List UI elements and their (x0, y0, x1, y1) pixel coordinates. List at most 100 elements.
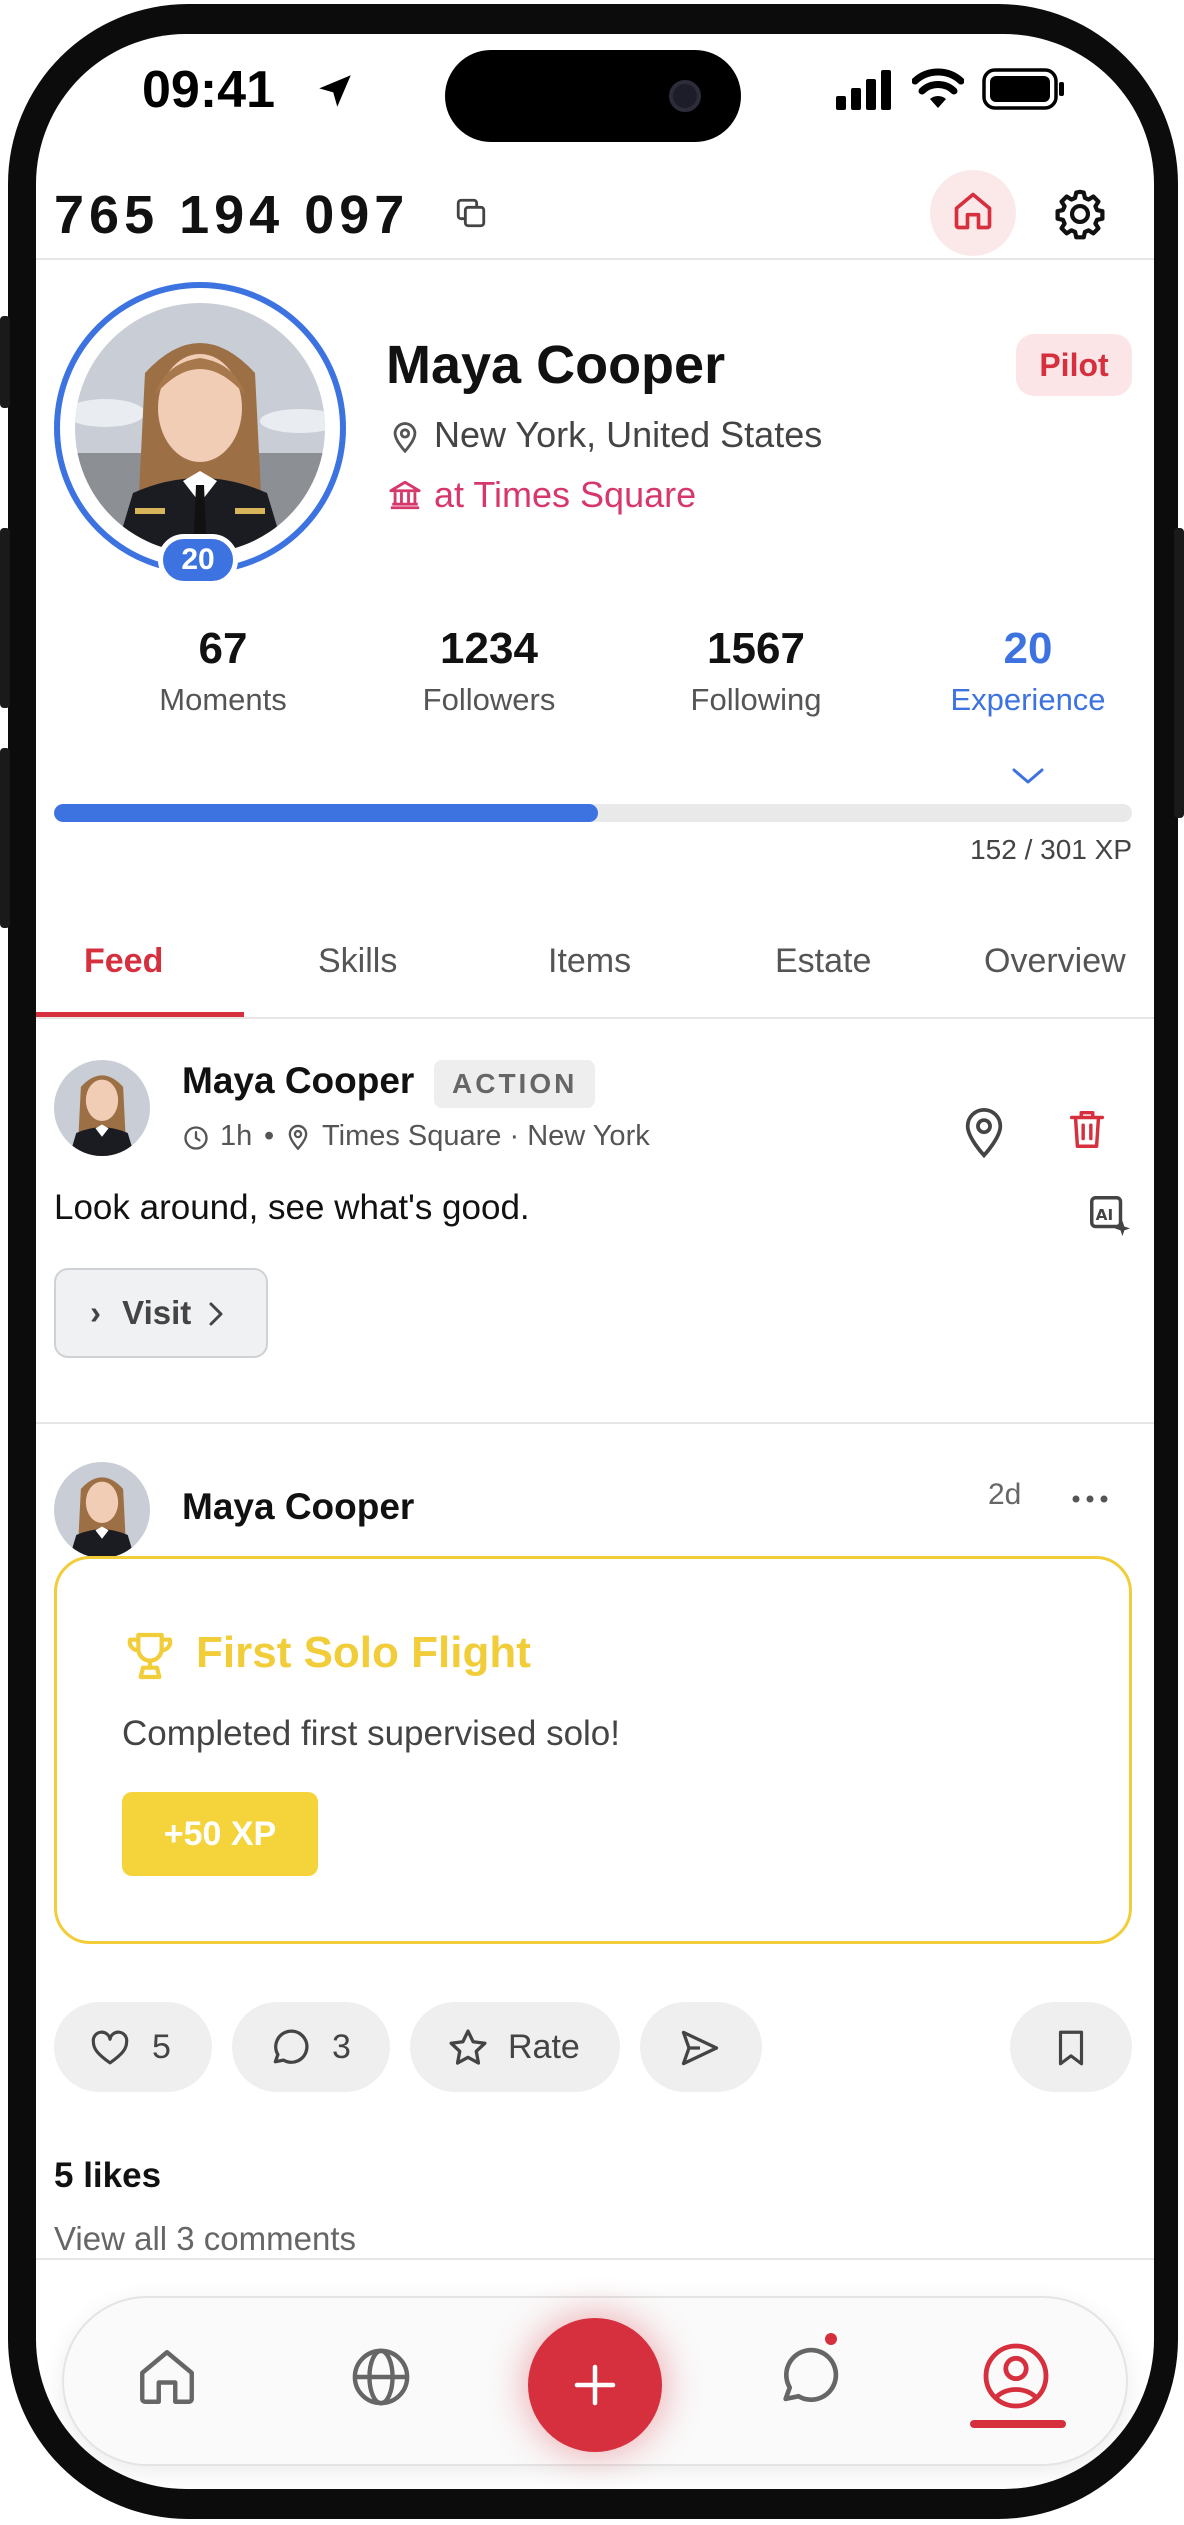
likes-count: 5 likes (54, 2156, 162, 2195)
profile-name: Maya Cooper (386, 335, 726, 395)
account-id: 765 194 097 (54, 185, 410, 245)
chevron-right-icon (209, 1302, 223, 1326)
level-badge: 20 (158, 534, 238, 586)
post-divider (36, 1422, 1154, 1424)
phone-frame: 09:41 765 194 097 20 Maya Cooper Pilot N… (0, 0, 1184, 2525)
volume-down-button (0, 748, 10, 928)
battery-icon (982, 68, 1064, 110)
tab-items[interactable]: Items (548, 942, 631, 981)
home-icon (954, 192, 992, 230)
location-icon[interactable] (956, 1100, 1012, 1164)
nav-home-icon[interactable] (134, 2344, 200, 2410)
gear-icon[interactable] (1052, 186, 1108, 242)
stat-followers[interactable]: 1234 Followers (374, 624, 604, 718)
location-arrow-icon (319, 75, 351, 107)
header-divider (36, 258, 1154, 260)
meta-separator: • (264, 1120, 275, 1152)
home-button[interactable] (930, 170, 1016, 256)
volume-up-button (0, 528, 10, 708)
tab-feed[interactable]: Feed (84, 942, 163, 981)
visit-button[interactable]: › Visit (54, 1268, 268, 1358)
stat-value: 1567 (707, 624, 805, 673)
xp-reward-chip: +50 XP (122, 1792, 318, 1876)
like-button[interactable]: 5 (54, 2002, 212, 2092)
tab-skills[interactable]: Skills (318, 942, 397, 981)
achievement-description: Completed first supervised solo! (122, 1714, 620, 1753)
post-author[interactable]: Maya Cooper (182, 1060, 414, 1102)
trophy-icon (127, 1632, 173, 1680)
bank-icon (389, 480, 421, 510)
stat-value: 67 (198, 624, 248, 673)
visit-label: Visit (122, 1294, 192, 1331)
globe-icon[interactable] (348, 2344, 414, 2410)
role-badge: Pilot (1016, 334, 1132, 396)
stat-value: 1234 (440, 624, 538, 673)
share-button[interactable] (640, 2002, 762, 2092)
post-text: Look around, see what's good. (54, 1188, 530, 1227)
post-author[interactable]: Maya Cooper (182, 1486, 414, 1528)
view-comments-link[interactable]: View all 3 comments (54, 2220, 356, 2258)
ai-image-icon[interactable]: AI (1086, 1192, 1132, 1238)
more-icon[interactable] (1070, 1492, 1110, 1506)
dynamic-island (445, 50, 741, 142)
profile-venue[interactable]: at Times Square (434, 474, 696, 516)
achievement-title: First Solo Flight (196, 1628, 531, 1677)
chevron-down-icon[interactable] (1010, 764, 1046, 788)
comment-button[interactable]: 3 (232, 2002, 390, 2092)
power-button (1174, 528, 1184, 818)
pin-icon (393, 422, 417, 454)
copy-icon[interactable] (454, 196, 488, 230)
camera-icon (669, 80, 701, 112)
status-time: 09:41 (142, 61, 275, 119)
stat-label: Following (690, 682, 822, 717)
create-button[interactable] (528, 2318, 662, 2452)
tab-estate[interactable]: Estate (775, 942, 871, 981)
post-avatar[interactable] (54, 1462, 150, 1558)
stat-label: Experience (950, 682, 1106, 717)
stat-experience[interactable]: 20 Experience (913, 624, 1143, 718)
post-time-ago: 2d (988, 1478, 1022, 1511)
post-place: Times Square · New York (322, 1120, 650, 1152)
xp-progress-bar (54, 804, 1132, 822)
map-pin-icon (288, 1124, 308, 1151)
bookmark-button[interactable] (1010, 2002, 1132, 2092)
like-count: 5 (152, 2028, 171, 2066)
signal-icon (836, 70, 891, 110)
star-icon (449, 2029, 487, 2065)
user-icon[interactable] (980, 2340, 1052, 2412)
bookmark-icon (1058, 2030, 1084, 2066)
app-screen: 09:41 765 194 097 20 Maya Cooper Pilot N… (36, 34, 1154, 2489)
xp-text: 152 / 301 XP (970, 834, 1132, 865)
stat-label: Followers (422, 682, 556, 717)
rate-button[interactable]: Rate (410, 2002, 620, 2092)
heart-icon (91, 2030, 129, 2065)
stat-label: Moments (159, 682, 287, 717)
clock-icon (184, 1126, 208, 1150)
rate-label: Rate (508, 2028, 580, 2066)
svg-text:AI: AI (1096, 1206, 1114, 1224)
trash-icon[interactable] (1064, 1104, 1110, 1154)
chat-icon[interactable] (774, 2342, 844, 2412)
avatar-image (75, 303, 325, 553)
stat-moments[interactable]: 67 Moments (108, 624, 338, 718)
xp-progress-fill (54, 804, 599, 822)
send-icon (681, 2030, 719, 2066)
stat-value: 20 (1003, 624, 1053, 673)
comment-icon (273, 2029, 309, 2064)
post-divider (36, 2258, 1154, 2260)
stat-following[interactable]: 1567 Following (641, 624, 871, 718)
tab-overview[interactable]: Overview (984, 942, 1126, 981)
notification-dot (822, 2330, 840, 2348)
post-avatar[interactable] (54, 1060, 150, 1156)
profile-location: New York, United States (434, 414, 823, 455)
post-time: 1h (220, 1120, 253, 1152)
profile-avatar[interactable] (54, 282, 346, 574)
active-nav-indicator (970, 2420, 1066, 2428)
plus-icon (574, 2364, 616, 2406)
action-tag: ACTION (434, 1060, 596, 1108)
visit-prefix: › (90, 1294, 101, 1331)
comment-count: 3 (332, 2028, 351, 2066)
wifi-icon (912, 68, 964, 108)
tabs-divider (36, 1017, 1154, 1019)
mute-switch (0, 316, 10, 408)
